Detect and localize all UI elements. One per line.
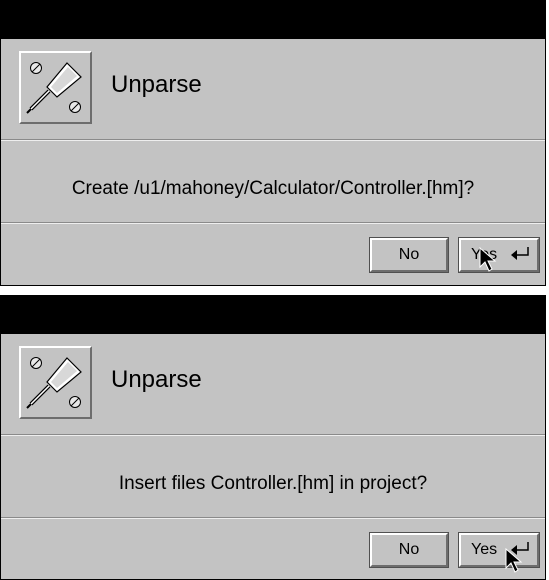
no-button[interactable]: No [369,237,449,273]
yes-button-label: Yes [471,541,498,558]
dialog-title: Unparse [111,71,202,98]
unparse-dialog-create: Unparse Create /u1/mahoney/Calculator/Co… [0,0,546,286]
mouse-cursor-icon [505,548,523,573]
mouse-cursor-icon [479,247,497,272]
divider [1,222,545,224]
no-button-label: No [398,246,420,263]
no-button-label: No [398,541,420,558]
unparse-dialog-insert: Unparse Insert files Controller.[hm] in … [0,295,546,580]
yes-button[interactable]: Yes [458,237,540,273]
dialog-message: Insert files Controller.[hm] in project? [118,473,428,494]
dialog-header: Unparse [1,334,545,434]
yes-button[interactable]: Yes [458,532,540,568]
dialog-title: Unparse [111,366,202,393]
no-button[interactable]: No [369,532,449,568]
enter-key-icon [511,247,529,260]
window-titlebar[interactable] [1,1,545,39]
divider [1,139,545,141]
window-titlebar[interactable] [1,296,545,334]
dialog-message: Create /u1/mahoney/Calculator/Controller… [71,178,475,199]
screwdriver-icon [19,346,92,419]
divider [1,434,545,436]
divider [1,517,545,519]
dialog-header: Unparse [1,39,545,139]
screwdriver-icon [19,51,92,124]
